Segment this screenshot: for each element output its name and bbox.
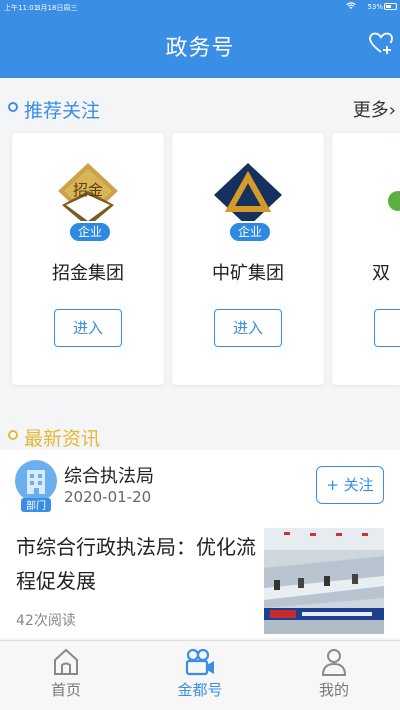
badge-enterprise: 企业 xyxy=(68,221,112,243)
page-title: 政务号 xyxy=(165,36,235,61)
battery-percent: 53% xyxy=(367,3,383,11)
person-icon xyxy=(321,649,347,676)
home-icon xyxy=(54,648,78,675)
enter-button[interactable]: 进入 xyxy=(214,309,282,347)
chevron-right-icon: › xyxy=(388,100,396,121)
tab-home-label: 首页 xyxy=(50,681,81,699)
recommend-card[interactable]: 招金 企业 招金集团 进入 xyxy=(12,133,164,385)
card-name: 招金集团 xyxy=(52,263,124,284)
zhaojin-logo-text: 招金 xyxy=(73,181,103,199)
source-name: 综合执法局 xyxy=(64,466,154,487)
news-item[interactable]: 部门 综合执法局 2020-01-20 + 关注 市综合行政执法局：优化流程促发… xyxy=(0,450,400,638)
battery-icon xyxy=(384,3,397,10)
recommended-title: 推荐关注 xyxy=(24,100,101,122)
card-name: 中矿集团 xyxy=(212,263,284,284)
read-count: 42次阅读 xyxy=(16,613,76,629)
camera-icon xyxy=(185,648,214,676)
status-time: 上午11:01 xyxy=(4,4,39,12)
follow-button[interactable]: + 关注 xyxy=(316,466,384,504)
source-date: 2020-01-20 xyxy=(64,488,152,506)
zhaojin-logo: 招金 企业 xyxy=(48,161,128,243)
recommended-header: 推荐关注 更多 › xyxy=(0,92,400,122)
section-dot-icon xyxy=(8,430,18,440)
article-title[interactable]: 市综合行政执法局：优化流程促发展 xyxy=(16,530,256,598)
zhongkuang-logo: 企业 xyxy=(208,161,288,243)
more-label: 更多 xyxy=(352,100,389,121)
avatar: 部门 xyxy=(15,460,57,512)
partner-logo-icon xyxy=(388,191,400,211)
tab-mine[interactable]: 我的 xyxy=(294,647,374,707)
office-photo-image xyxy=(264,528,384,634)
recommend-card[interactable]: 企业 中矿集团 进入 xyxy=(172,133,324,385)
wifi-icon xyxy=(346,2,356,10)
heart-plus-icon[interactable] xyxy=(368,30,394,56)
enter-button[interactable]: 进入 xyxy=(54,309,122,347)
recommend-card[interactable]: 双 进 xyxy=(332,133,400,385)
latest-news-header: 最新资讯 xyxy=(0,420,400,450)
section-dot-icon xyxy=(8,102,18,112)
tab-mine-label: 我的 xyxy=(318,681,349,699)
dept-badge: 部门 xyxy=(26,499,46,512)
app-header: 上午11:01 3月18日周三 53% 政务号 xyxy=(0,0,400,78)
tab-bar: 首页 金都号 我的 xyxy=(0,640,400,710)
more-link[interactable]: 更多 › xyxy=(353,96,396,122)
building-icon: 部门 xyxy=(15,460,57,512)
card-name: 双 xyxy=(372,263,390,284)
battery-level xyxy=(386,5,391,8)
latest-news-title: 最新资讯 xyxy=(24,428,101,450)
tab-jindu[interactable]: 金都号 xyxy=(160,647,240,707)
tab-home[interactable]: 首页 xyxy=(26,647,106,707)
status-bar: 上午11:01 3月18日周三 53% xyxy=(0,0,400,14)
article-thumbnail[interactable] xyxy=(264,528,384,634)
badge-enterprise: 企业 xyxy=(228,221,272,243)
status-date: 3月18日周三 xyxy=(36,4,78,12)
tab-jindu-label: 金都号 xyxy=(177,681,223,699)
enter-button[interactable]: 进 xyxy=(374,309,400,347)
